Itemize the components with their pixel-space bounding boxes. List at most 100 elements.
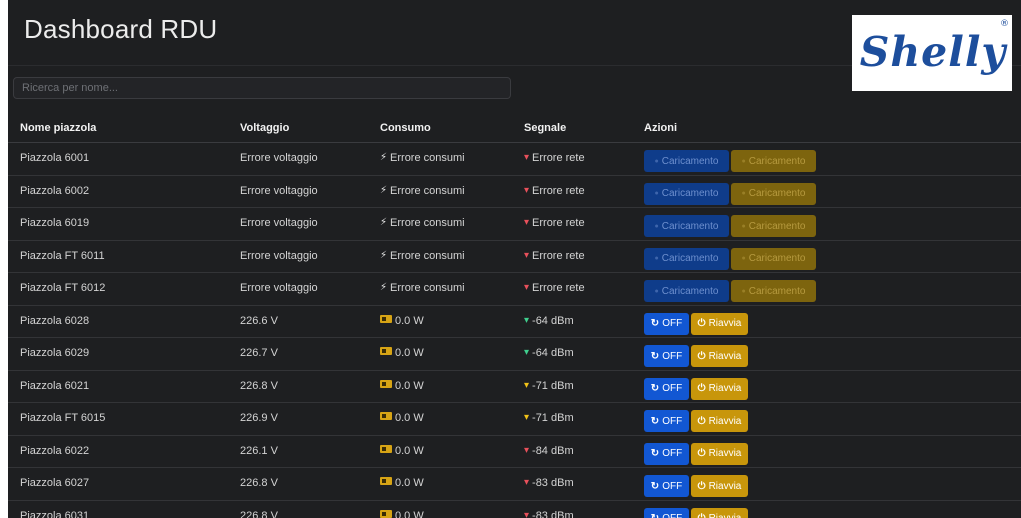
loading-button[interactable]: ● Caricamento [731,150,816,172]
consumption-value: 0.0 W [395,379,424,392]
refresh-icon: ↻ [650,480,660,492]
power-meter-icon [380,477,392,485]
spinner-icon: ● [741,190,746,197]
lightning-bolt-icon: ⚡︎ [380,282,388,293]
power-icon: ⏻ [697,480,706,492]
restart-button[interactable]: ⏻Riavvia [691,507,748,518]
loading-label: Caricamento [661,220,719,232]
signal-value: Errore rete [532,217,585,229]
power-meter-icon [380,347,392,355]
loading-button[interactable]: ● Caricamento [644,280,729,302]
power-icon: ⏻ [697,383,706,394]
off-button[interactable]: ↻OFF [644,410,689,432]
signal-value: -71 dBm [532,412,574,424]
off-button[interactable]: ↻OFF [644,345,689,367]
restart-label: Riavvia [708,383,742,394]
signal-cell: ▾ -64 dBm [524,338,574,370]
consumption-cell: 0.0 W [380,501,424,518]
loading-button[interactable]: ● Caricamento [731,182,816,205]
page-title: Dashboard RDU [24,14,218,44]
off-label: OFF [662,415,683,427]
device-name: Piazzola FT 6015 [20,412,106,424]
wifi-icon: ▾ [524,477,530,488]
restart-button[interactable]: ⏻Riavvia [691,377,748,400]
actions-cell: ● Caricamento ● Caricamento [644,176,818,208]
restart-button[interactable]: ⏻Riavvia [691,475,748,497]
signal-cell: ▾ -84 dBm [524,436,574,468]
actions-cell: ↻OFF⏻Riavvia [644,468,750,500]
off-button[interactable]: ↻OFF [644,312,689,335]
restart-label: Riavvia [708,448,742,459]
refresh-icon: ↻ [650,448,660,459]
column-header-voltage: Voltaggio [240,121,290,134]
consumption-cell: 0.0 W [380,403,424,435]
lightning-bolt-icon: ⚡︎ [380,217,388,228]
table-row: Piazzola FT 6015 226.9 V 0.0 W ▾ -71 dBm ↻ OFF… [8,403,1021,436]
device-name: Piazzola 6002 [20,184,90,197]
table-header: Nome piazzola Voltaggio Consumo Segnale … [8,113,1021,143]
off-label: OFF [662,383,683,394]
table-row: Piazzola 6027 226.8 V 0.0 W ▾ -83 dBm ↻ OFF ⏻ Ri… [8,468,1021,501]
loading-button[interactable]: ● Caricamento [644,247,729,270]
voltage-value: 226.7 V [240,347,278,359]
registered-mark: ® [1000,19,1009,29]
off-button[interactable]: ↻OFF [644,442,689,465]
refresh-icon: ↻ [650,415,660,427]
device-name: Piazzola 6029 [20,347,90,359]
off-label: OFF [662,318,683,329]
signal-value: Errore rete [532,249,585,262]
signal-cell: ▾ -71 dBm [524,371,574,403]
off-button[interactable]: ↻OFF [644,377,689,400]
actions-cell: ↻OFF⏻Riavvia [644,338,750,370]
device-name: Piazzola 6001 [20,152,90,164]
off-label: OFF [662,448,683,459]
signal-value: -64 dBm [532,347,574,359]
loading-button[interactable]: ● Caricamento [644,150,729,172]
voltage-value: Errore voltaggio [240,152,318,164]
restart-button[interactable]: ⏻Riavvia [691,410,748,432]
loading-button[interactable]: ● Caricamento [731,280,816,302]
consumption-value: Errore consumi [390,184,465,197]
signal-value: Errore rete [532,152,585,164]
loading-button[interactable]: ● Caricamento [644,215,729,237]
table-row: Piazzola 6028 226.6 V 0.0 W ▾ -64 dBm ↻ OFF ⏻ Ri… [8,306,1021,338]
actions-cell: ↻OFF⏻Riavvia [644,306,750,338]
search-input[interactable] [13,77,511,99]
off-button[interactable]: ↻OFF [644,507,689,518]
loading-label: Caricamento [748,188,806,199]
restart-button[interactable]: ⏻Riavvia [691,345,748,367]
logo-text: Shelly [859,28,1007,76]
spinner-icon: ● [654,255,659,262]
voltage-value: 226.9 V [240,412,278,424]
voltage-value: 226.1 V [240,444,278,457]
wifi-icon: ▾ [524,509,530,518]
signal-cell: ▾ -83 dBm [524,468,574,500]
device-name: Piazzola FT 6012 [20,282,106,294]
signal-cell: ▾ Errore rete [524,143,585,175]
signal-value: -84 dBm [532,444,574,457]
voltage-value: Errore voltaggio [240,184,318,197]
power-icon: ⏻ [697,318,706,329]
restart-button[interactable]: ⏻Riavvia [691,442,748,465]
signal-value: Errore rete [532,184,585,197]
power-icon: ⏻ [697,350,706,362]
table-row: Piazzola 6001 Errore voltaggio ⚡︎ Errore co… [8,143,1021,176]
restart-label: Riavvia [709,513,742,518]
consumption-value: 0.0 W [395,412,424,424]
power-meter-icon [380,509,392,518]
wifi-icon: ▾ [524,444,530,456]
wifi-icon: ▾ [524,217,530,228]
spinner-icon: ● [654,190,659,197]
off-button[interactable]: ↻OFF [644,475,689,497]
devices-table: Nome piazzola Voltaggio Consumo Segnale … [8,113,1021,518]
loading-button[interactable]: ● Caricamento [731,247,816,270]
consumption-cell: ⚡︎ Errore consumi [380,273,465,305]
loading-button[interactable]: ● Caricamento [644,182,729,205]
loading-label: Caricamento [661,155,719,167]
off-label: OFF [662,480,683,492]
loading-label: Caricamento [661,188,719,199]
wifi-icon: ▾ [524,314,530,326]
lightning-bolt-icon: ⚡︎ [380,184,388,196]
loading-button[interactable]: ● Caricamento [731,215,816,237]
restart-button[interactable]: ⏻Riavvia [691,312,748,335]
